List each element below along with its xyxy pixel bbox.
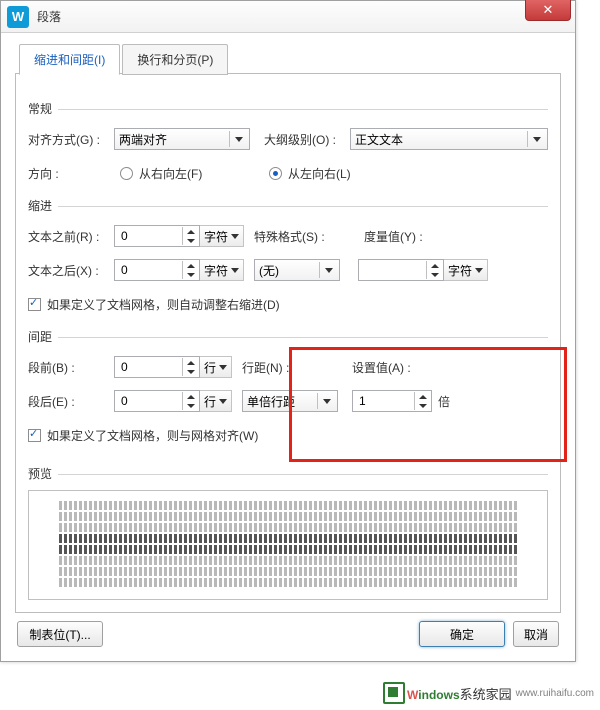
watermark-brand: Windows系统家园 [407,684,512,703]
button-label: 制表位(T)... [29,626,90,643]
watermark-logo-icon [383,682,405,704]
group-label: 间距 [28,328,52,345]
preview-box [28,490,548,600]
indent-grid-checkbox[interactable] [28,298,41,311]
direction-ltr-radio[interactable] [269,167,282,180]
set-value-unit: 倍 [438,393,450,410]
spin-down-icon[interactable] [182,367,198,376]
direction-ltr-label: 从左向右(L) [288,165,351,182]
tab-panel: 常规 对齐方式(G) : 两端对齐 大纲级别(O) : 正文文本 方向 : [15,73,561,613]
watermark-url: www.ruihaifu.com [516,688,594,699]
paragraph-dialog: W 段落 ✕ 缩进和间距(I) 换行和分页(P) 常规 对齐方式(G) : 两端… [0,0,576,662]
indent-before-label: 文本之前(R) : [28,228,114,245]
space-before-unit[interactable]: 行 [200,356,232,378]
app-icon: W [7,6,29,28]
special-format-label: 特殊格式(S) : [254,228,340,245]
tabstrip: 缩进和间距(I) 换行和分页(P) [15,43,561,74]
spacing-grid-checkbox[interactable] [28,429,41,442]
direction-rtl-radio[interactable] [120,167,133,180]
direction-rtl-label: 从右向左(F) [139,165,269,182]
titlebar: W 段落 ✕ [1,1,575,33]
spin-down-icon[interactable] [182,401,198,410]
group-label: 常规 [28,100,52,117]
indent-before-unit[interactable]: 字符 [200,225,244,247]
combo-value: 正文文本 [355,131,403,148]
special-format-combo[interactable]: (无) [254,259,340,281]
indent-after-unit[interactable]: 字符 [200,259,244,281]
close-button[interactable]: ✕ [525,0,571,21]
spin-up-icon[interactable] [426,261,442,270]
group-indent: 缩进 [28,197,548,214]
spin-down-icon[interactable] [182,236,198,245]
set-value-label: 设置值(A) : [352,359,411,376]
window-title: 段落 [37,8,61,25]
alignment-combo[interactable]: 两端对齐 [114,128,250,150]
direction-label: 方向 : [28,165,114,182]
indent-before-spin[interactable]: 0 [114,225,200,247]
alignment-label: 对齐方式(G) : [28,131,114,148]
outline-level-combo[interactable]: 正文文本 [350,128,548,150]
measure-spin[interactable] [358,259,444,281]
spin-down-icon[interactable] [182,270,198,279]
button-label: 确定 [450,626,474,643]
chevron-down-icon [319,262,337,278]
group-label: 缩进 [28,197,52,214]
group-spacing: 间距 [28,328,548,345]
tab-label: 换行和分页(P) [137,53,213,67]
spin-up-icon[interactable] [182,261,198,270]
button-bar: 制表位(T)... 确定 取消 [15,621,561,647]
spin-value: 0 [121,360,128,374]
set-value-spin[interactable]: 1 [352,390,432,412]
ok-button[interactable]: 确定 [419,621,505,647]
line-spacing-label: 行距(N) : [242,359,342,376]
space-after-unit[interactable]: 行 [200,390,232,412]
spin-value: 1 [359,394,366,408]
cancel-button[interactable]: 取消 [513,621,559,647]
space-before-label: 段前(B) : [28,359,114,376]
space-after-label: 段后(E) : [28,393,114,410]
line-spacing-combo[interactable]: 单倍行距 [242,390,338,412]
measure-label: 度量值(Y) : [364,228,423,245]
combo-value: 单倍行距 [247,393,295,410]
spin-down-icon[interactable] [426,270,442,279]
tab-pagination[interactable]: 换行和分页(P) [122,44,228,75]
spin-down-icon[interactable] [414,401,430,410]
chevron-down-icon [317,393,335,409]
tabs-button[interactable]: 制表位(T)... [17,621,103,647]
watermark: Windows系统家园 www.ruihaifu.com [381,680,596,706]
group-label: 预览 [28,465,52,482]
chevron-down-icon [229,131,247,147]
chevron-down-icon [527,131,545,147]
group-general: 常规 [28,100,548,117]
combo-value: 两端对齐 [119,131,167,148]
outline-level-label: 大纲级别(O) : [264,131,350,148]
spin-value: 0 [121,263,128,277]
spacing-grid-label: 如果定义了文档网格，则与网格对齐(W) [47,427,258,444]
tab-indent-spacing[interactable]: 缩进和间距(I) [19,44,120,75]
spin-up-icon[interactable] [414,392,430,401]
measure-unit[interactable]: 字符 [444,259,488,281]
spin-up-icon[interactable] [182,358,198,367]
combo-value: (无) [259,262,279,279]
button-label: 取消 [524,626,548,643]
space-after-spin[interactable]: 0 [114,390,200,412]
space-before-spin[interactable]: 0 [114,356,200,378]
spin-value: 0 [121,229,128,243]
spin-value: 0 [121,394,128,408]
indent-after-label: 文本之后(X) : [28,262,114,279]
indent-grid-label: 如果定义了文档网格，则自动调整右缩进(D) [47,296,280,313]
spin-up-icon[interactable] [182,392,198,401]
indent-after-spin[interactable]: 0 [114,259,200,281]
spin-up-icon[interactable] [182,227,198,236]
group-preview: 预览 [28,465,548,482]
tab-label: 缩进和间距(I) [34,53,105,67]
